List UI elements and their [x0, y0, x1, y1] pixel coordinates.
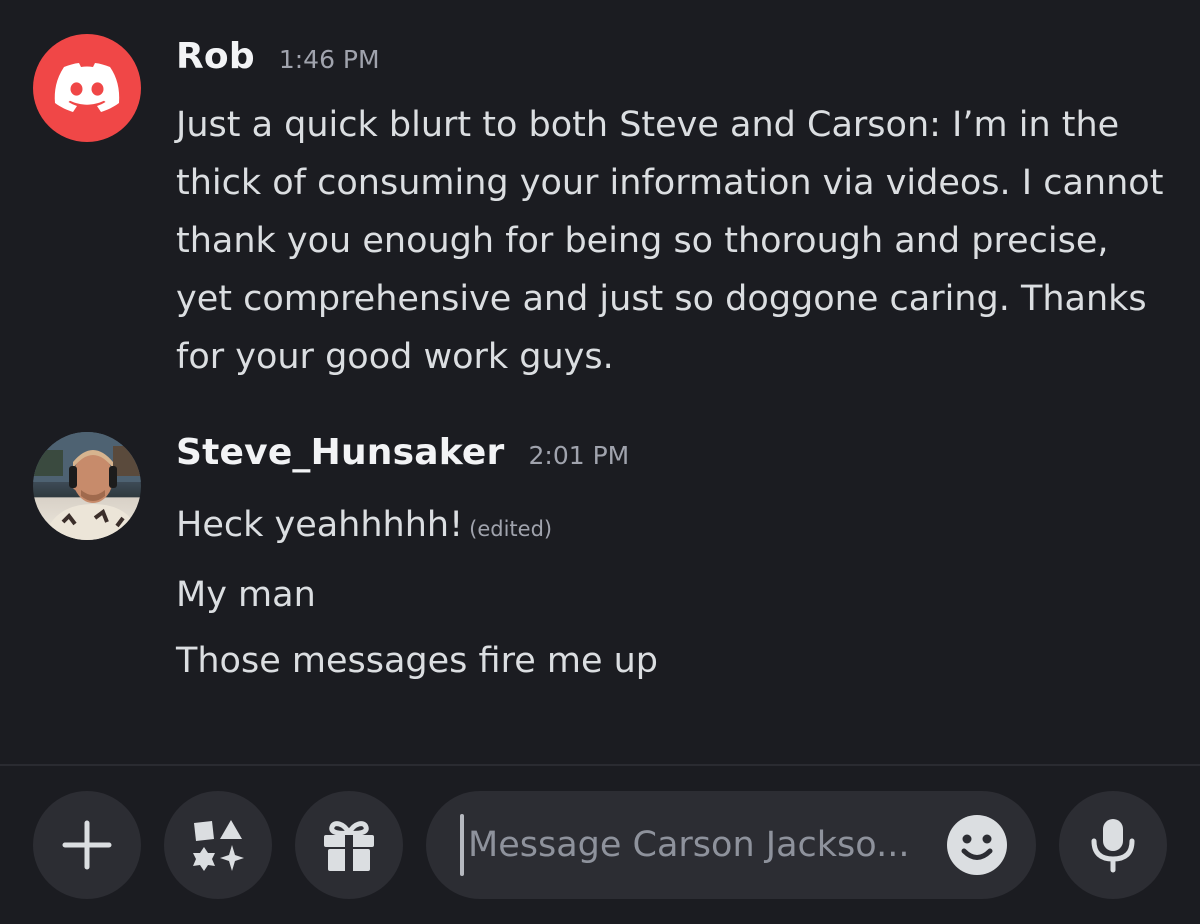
avatar[interactable]	[33, 34, 141, 142]
user-photo-avatar	[33, 432, 141, 540]
username[interactable]: Steve_Hunsaker	[176, 432, 505, 473]
message-line: Those messages fire me up	[176, 628, 1170, 694]
apps-button[interactable]	[164, 791, 272, 899]
gift-icon	[324, 821, 374, 871]
timestamp: 2:01 PM	[528, 441, 630, 470]
add-button[interactable]	[33, 791, 141, 899]
plus-icon	[62, 820, 112, 870]
microphone-icon	[1091, 819, 1135, 873]
message-input-container[interactable]	[426, 791, 1036, 899]
gift-button[interactable]	[295, 791, 403, 899]
avatar[interactable]	[33, 432, 141, 540]
message-content: Steve_Hunsaker 2:01 PM Heck yeahhhhh! (ed…	[176, 432, 1170, 694]
message-text: Heck yeahhhhh!	[176, 505, 464, 545]
message-content: Rob 1:46 PM Just a quick blurt to both S…	[176, 36, 1170, 386]
message-steve[interactable]: Steve_Hunsaker 2:01 PM Heck yeahhhhh! (ed…	[0, 430, 1200, 690]
message-line: My man	[176, 562, 1170, 628]
timestamp: 1:46 PM	[278, 45, 380, 74]
chat-messages: Rob 1:46 PM Just a quick blurt to both S…	[0, 0, 1200, 764]
edited-label: (edited)	[469, 517, 553, 541]
message-text: Just a quick blurt to both Steve and Car…	[176, 105, 1164, 377]
message-text: Those messages fire me up	[176, 641, 659, 681]
emoji-face-icon	[947, 815, 1007, 875]
message-input[interactable]	[464, 825, 946, 865]
message-header: Rob 1:46 PM	[176, 36, 1170, 96]
username[interactable]: Rob	[176, 36, 255, 77]
discord-logo-icon	[54, 63, 120, 112]
message-rob[interactable]: Rob 1:46 PM Just a quick blurt to both S…	[0, 28, 1200, 388]
message-header: Steve_Hunsaker 2:01 PM	[176, 432, 1170, 492]
message-text: My man	[176, 575, 316, 615]
emoji-button[interactable]	[946, 814, 1008, 876]
apps-shapes-icon	[193, 820, 244, 871]
message-line: Heck yeahhhhh! (edited)	[176, 492, 1170, 562]
voice-message-button[interactable]	[1059, 791, 1167, 899]
message-composer	[0, 766, 1200, 924]
